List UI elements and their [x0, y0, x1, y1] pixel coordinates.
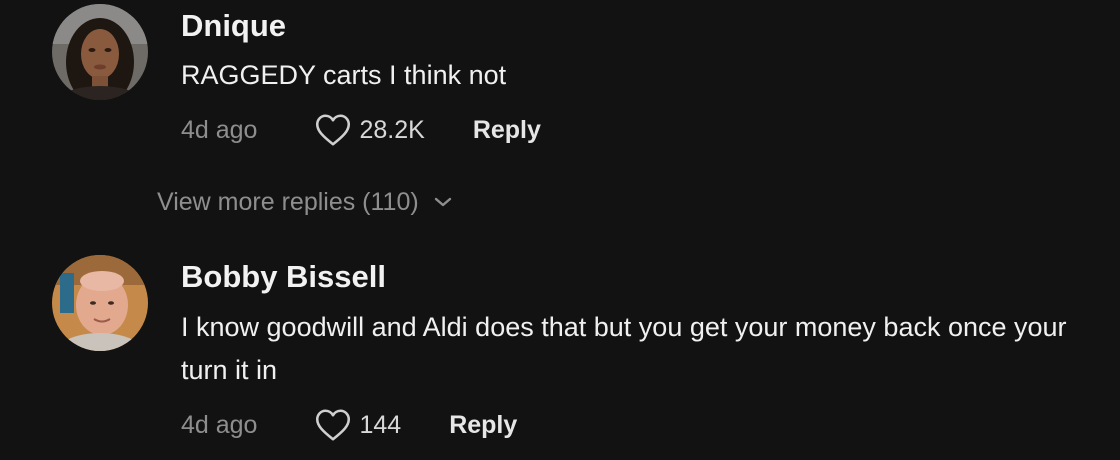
- chevron-down-icon: [434, 197, 451, 207]
- comment-actions: 4d ago 144 Reply: [181, 405, 517, 445]
- comment-text: RAGGEDY carts I think not: [181, 60, 507, 90]
- like-button[interactable]: 28.2K: [315, 113, 425, 147]
- heart-icon: [316, 114, 351, 146]
- heart-icon: [316, 409, 351, 441]
- username[interactable]: Dnique: [181, 8, 286, 44]
- avatar[interactable]: [52, 255, 148, 351]
- comment-text: I know goodwill and Aldi does that but y…: [181, 312, 1067, 385]
- username[interactable]: Bobby Bissell: [181, 259, 386, 295]
- like-count: 28.2K: [359, 115, 425, 144]
- like-count: 144: [359, 410, 402, 439]
- like-button[interactable]: 144: [315, 408, 401, 442]
- view-more-replies-label: View more replies (110): [157, 187, 419, 216]
- view-more-replies-button[interactable]: View more replies (110): [157, 184, 453, 220]
- timestamp: 4d ago: [181, 115, 258, 144]
- comment-actions: 4d ago 28.2K Reply: [181, 110, 541, 150]
- avatar[interactable]: [52, 4, 148, 100]
- timestamp: 4d ago: [181, 410, 258, 439]
- reply-button[interactable]: Reply: [473, 116, 541, 145]
- reply-button[interactable]: Reply: [449, 411, 517, 440]
